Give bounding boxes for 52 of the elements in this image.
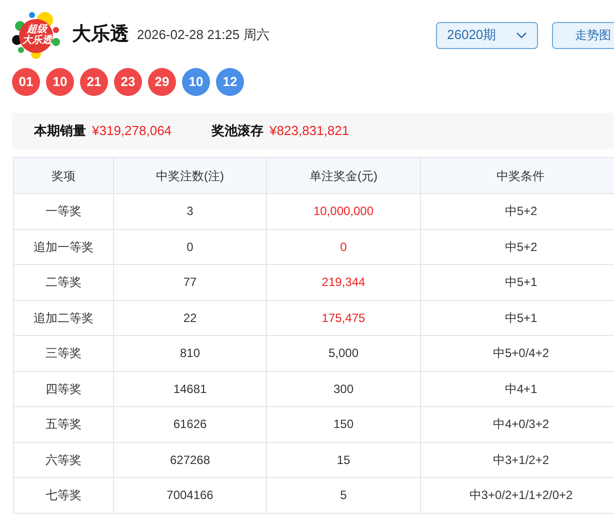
table-cell: 15 — [267, 442, 421, 477]
table-cell: 0 — [114, 230, 267, 264]
table-cell: 175,475 — [267, 300, 421, 335]
table-cell: 0 — [267, 230, 421, 264]
table-cell-text: 中5+2 — [504, 238, 538, 256]
column-header: 中奖条件 — [421, 158, 614, 193]
column-header: 奖项 — [14, 158, 114, 193]
table-cell: 追加一等奖 — [14, 230, 114, 264]
table-cell: 二等奖 — [14, 265, 114, 300]
table-cell-text: 中4+1 — [504, 380, 538, 398]
table-cell-text: 中3+1/2+2 — [492, 452, 550, 469]
summary-value: ¥823,831,821 — [270, 122, 350, 140]
table-cell-text: 中5+1 — [504, 310, 538, 327]
table-cell: 三等奖 — [14, 336, 114, 370]
table-cell-text: 中5+0/4+2 — [492, 345, 550, 362]
lottery-title: 大乐透 — [72, 22, 129, 47]
table-cell: 10,000,000 — [267, 194, 421, 228]
table-cell: 5 — [267, 478, 421, 512]
table-cell: 22 — [114, 300, 267, 335]
table-cell: 五等奖 — [14, 407, 114, 442]
column-header: 中奖注数(注) — [114, 158, 267, 193]
table-cell: 六等奖 — [14, 442, 114, 477]
table-cell-text: 中4+0/3+2 — [492, 416, 550, 434]
table-cell-text: 中5+2 — [504, 203, 538, 220]
issue-dropdown[interactable]: 26020期 — [436, 22, 538, 48]
table-cell-text: 中5+1 — [504, 274, 538, 292]
table-cell: 3 — [114, 194, 267, 228]
table-cell: 627268 — [114, 442, 267, 477]
draw-time: 2026-02-28 21:25 周六 — [137, 26, 270, 44]
logo-drawing — [12, 10, 62, 60]
table-cell: 追加二等奖 — [14, 300, 114, 335]
chevron-down-icon — [516, 32, 527, 38]
summary-label: 本期销量 — [34, 122, 86, 140]
summary-value: ¥319,278,064 — [92, 122, 172, 140]
table-cell: 77 — [114, 265, 267, 300]
table-cell: 810 — [114, 336, 267, 370]
table-cell: 一等奖 — [14, 194, 114, 228]
table-cell: 5,000 — [267, 336, 421, 370]
table-cell: 14681 — [114, 372, 267, 406]
table-cell: 150 — [267, 407, 421, 442]
logo-text: 大乐透 — [22, 35, 52, 46]
table-cell: 300 — [267, 372, 421, 406]
table-cell: 7004166 — [114, 478, 267, 512]
table-cell: 七等奖 — [14, 478, 114, 512]
table-cell-text: 中3+0/2+1/1+2/0+2 — [468, 487, 574, 504]
trend-chart-button[interactable]: 走势图 — [552, 22, 614, 48]
table-cell: 四等奖 — [14, 372, 114, 406]
logo-text: 超级 — [27, 24, 47, 35]
table-cell: 219,344 — [267, 265, 421, 300]
table-cell: 61626 — [114, 407, 267, 442]
summary-label: 奖池滚存 — [212, 122, 264, 140]
column-header: 单注奖金(元) — [267, 158, 421, 193]
